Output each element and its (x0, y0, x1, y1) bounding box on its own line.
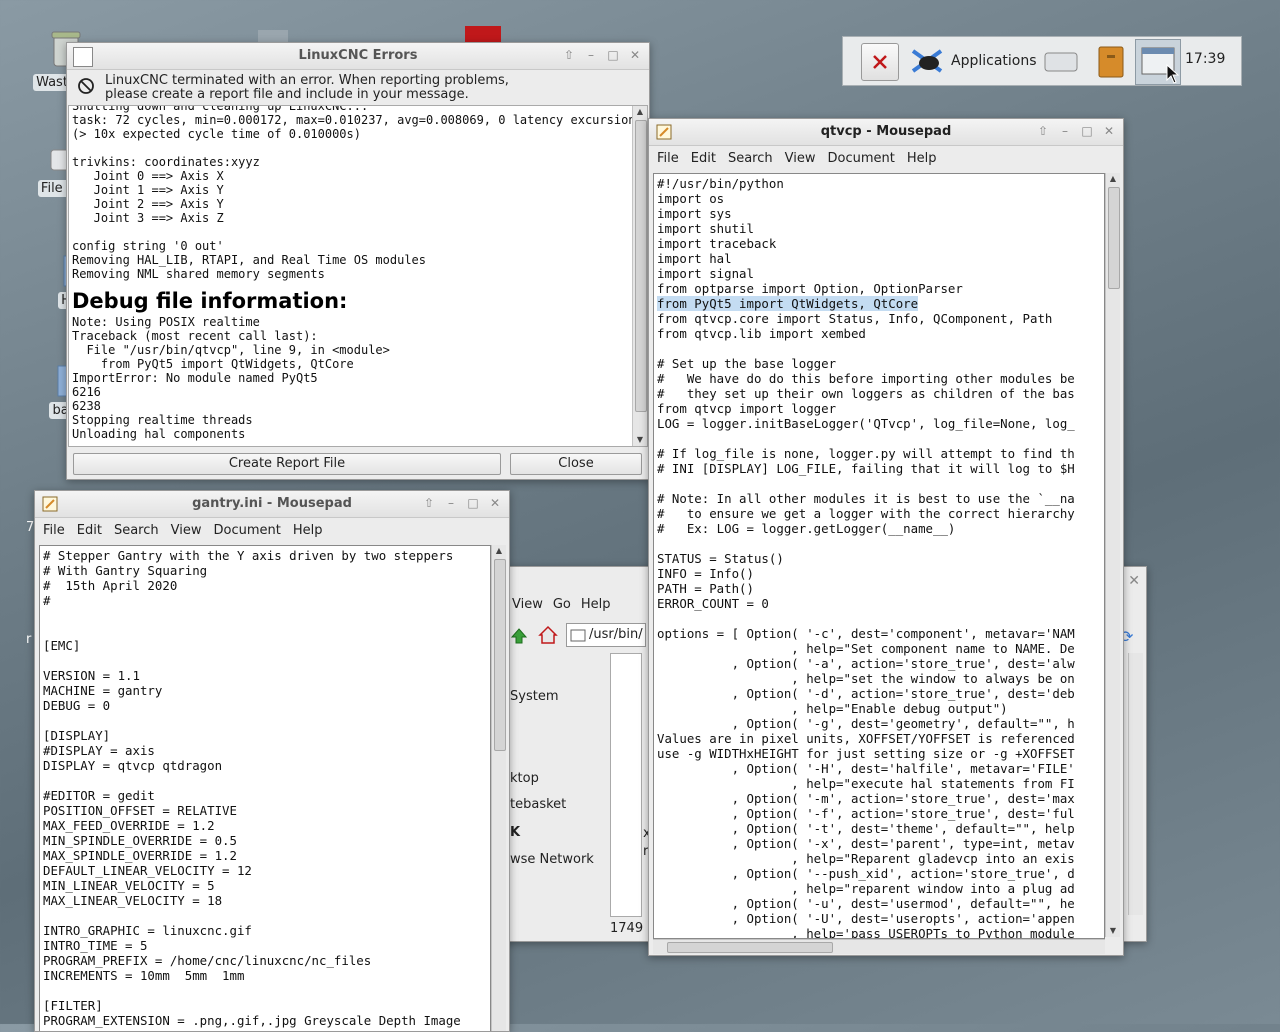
titlebar[interactable]: qtvcp - Mousepad ⇧ – □ ✕ (649, 119, 1123, 146)
menu-document[interactable]: Document (213, 523, 280, 538)
desktop-decoration (465, 26, 501, 42)
drive-icon (1044, 52, 1078, 72)
file-list-pane: x r (610, 653, 651, 917)
folder-icon (570, 629, 586, 642)
side-item[interactable]: ktop (510, 771, 539, 786)
ini-content: # Stepper Gantry with the Y axis driven … (43, 548, 461, 1028)
clock[interactable]: 17:39 (1185, 51, 1225, 91)
location-bar[interactable]: /usr/bin/ (566, 623, 646, 647)
side-item[interactable]: tebasket (510, 797, 566, 812)
close-button[interactable]: ✕ (487, 495, 503, 511)
shade-button[interactable]: ⇧ (561, 47, 577, 63)
close-button[interactable]: ✕ (1101, 123, 1117, 139)
editor-text-area[interactable]: # Stepper Gantry with the Y axis driven … (39, 545, 491, 1031)
menu-search[interactable]: Search (114, 523, 159, 538)
file-manager-scrollbar[interactable] (1128, 653, 1143, 915)
drive-launcher[interactable] (1041, 41, 1081, 81)
mouse-cursor-icon (1166, 64, 1180, 84)
scroll-down-arrow[interactable]: ▼ (1106, 925, 1120, 937)
hscroll-thumb[interactable] (667, 942, 833, 953)
menu-document[interactable]: Document (827, 151, 894, 166)
log-scrollbar[interactable]: ▲ ▼ (632, 106, 647, 446)
debug-heading: Debug file information: (72, 289, 348, 313)
menubar: File Edit Search View Document Help (649, 147, 1123, 169)
up-arrow-icon[interactable] (510, 627, 528, 645)
minimize-button[interactable]: – (1057, 123, 1073, 139)
menu-search[interactable]: Search (728, 151, 773, 166)
scroll-thumb[interactable] (635, 120, 647, 412)
gantry-mousepad-window: gantry.ini - Mousepad ⇧ – □ ✕ File Edit … (34, 490, 510, 1032)
minimize-button[interactable]: – (443, 495, 459, 511)
code-after: from qtvcp.core import Status, Info, QCo… (657, 311, 1075, 939)
side-pane: System ktop tebasket K wse Network (506, 653, 604, 937)
editor-vscrollbar[interactable]: ▲ ▼ (1105, 173, 1120, 937)
file-cabinet-icon (1098, 46, 1124, 78)
titlebar[interactable]: LinuxCNC Errors ⇧ – □ ✕ (67, 43, 649, 70)
error-icon (78, 78, 94, 94)
minimize-button[interactable]: – (583, 47, 599, 63)
menu-file[interactable]: File (657, 151, 679, 166)
side-item[interactable]: K (510, 825, 520, 840)
error-message-line1: LinuxCNC terminated with an error. When … (105, 73, 509, 88)
log-top: Shutting down and cleaning up LinuxCNC..… (72, 105, 643, 281)
editor-vscrollbar[interactable]: ▲ (491, 545, 506, 1031)
maximize-button[interactable]: □ (465, 495, 481, 511)
applications-menu[interactable]: Applications (907, 41, 1037, 81)
menubar: File Edit Search View Document Help (35, 519, 509, 541)
shade-button[interactable]: ⇧ (1035, 123, 1051, 139)
titlebar[interactable]: gantry.ini - Mousepad ⇧ – □ ✕ (35, 491, 509, 518)
scroll-thumb[interactable] (1108, 187, 1120, 289)
code-before: #!/usr/bin/python import os import sys i… (657, 176, 963, 296)
scroll-down-arrow[interactable]: ▼ (633, 434, 647, 446)
error-message-line2: please create a report file and include … (105, 87, 469, 102)
menu-help[interactable]: Help (293, 523, 323, 538)
editor-text-area[interactable]: #!/usr/bin/python import os import sys i… (653, 173, 1105, 939)
file-manager-close-icon[interactable]: ✕ (1128, 573, 1140, 589)
applications-label: Applications (951, 53, 1037, 69)
close-dialog-button[interactable]: Close (510, 453, 642, 475)
editor-hscrollbar[interactable] (653, 939, 1105, 954)
maximize-button[interactable]: □ (1079, 123, 1095, 139)
qtvcp-mousepad-window: qtvcp - Mousepad ⇧ – □ ✕ File Edit Searc… (648, 118, 1124, 956)
scroll-up-arrow[interactable]: ▲ (633, 106, 647, 118)
menu-go[interactable]: Go (553, 597, 571, 612)
close-button[interactable]: ✕ (627, 47, 643, 63)
menu-help[interactable]: Help (581, 597, 611, 612)
error-log[interactable]: Shutting down and cleaning up LinuxCNC..… (68, 105, 648, 447)
maximize-button[interactable]: □ (605, 47, 621, 63)
desktop-decoration (258, 30, 288, 42)
desktop-edge-label: r (26, 632, 32, 647)
close-icon (873, 55, 887, 69)
close-window-button[interactable] (861, 43, 899, 81)
xfce-mouse-icon (911, 49, 943, 73)
linuxcnc-errors-window: LinuxCNC Errors ⇧ – □ ✕ LinuxCNC termina… (66, 42, 650, 480)
log-bottom: Note: Using POSIX realtime Traceback (mo… (72, 315, 390, 441)
home-icon[interactable] (538, 625, 558, 645)
location-path: /usr/bin/ (589, 627, 643, 642)
menu-edit[interactable]: Edit (691, 151, 716, 166)
menu-edit[interactable]: Edit (77, 523, 102, 538)
menu-help[interactable]: Help (907, 151, 937, 166)
selected-text[interactable]: from PyQt5 import QtWidgets, QtCore (657, 296, 919, 311)
scroll-thumb[interactable] (494, 559, 506, 751)
menu-file[interactable]: File (43, 523, 65, 538)
menu-view[interactable]: View (785, 151, 816, 166)
status-bar-count: 1749 (610, 921, 644, 936)
side-item[interactable]: System (510, 689, 558, 704)
side-item[interactable]: wse Network (510, 852, 594, 867)
menu-view[interactable]: View (512, 597, 543, 612)
scroll-up-arrow[interactable]: ▲ (1106, 173, 1120, 185)
scroll-up-arrow[interactable]: ▲ (492, 545, 506, 557)
shade-button[interactable]: ⇧ (421, 495, 437, 511)
file-cabinet-launcher[interactable] (1091, 41, 1131, 81)
menu-view[interactable]: View (171, 523, 202, 538)
top-panel: Applications 17:39 (842, 36, 1242, 86)
create-report-button[interactable]: Create Report File (73, 453, 501, 475)
code-highlight-row: from PyQt5 import QtWidgets, QtCore (654, 296, 1104, 311)
